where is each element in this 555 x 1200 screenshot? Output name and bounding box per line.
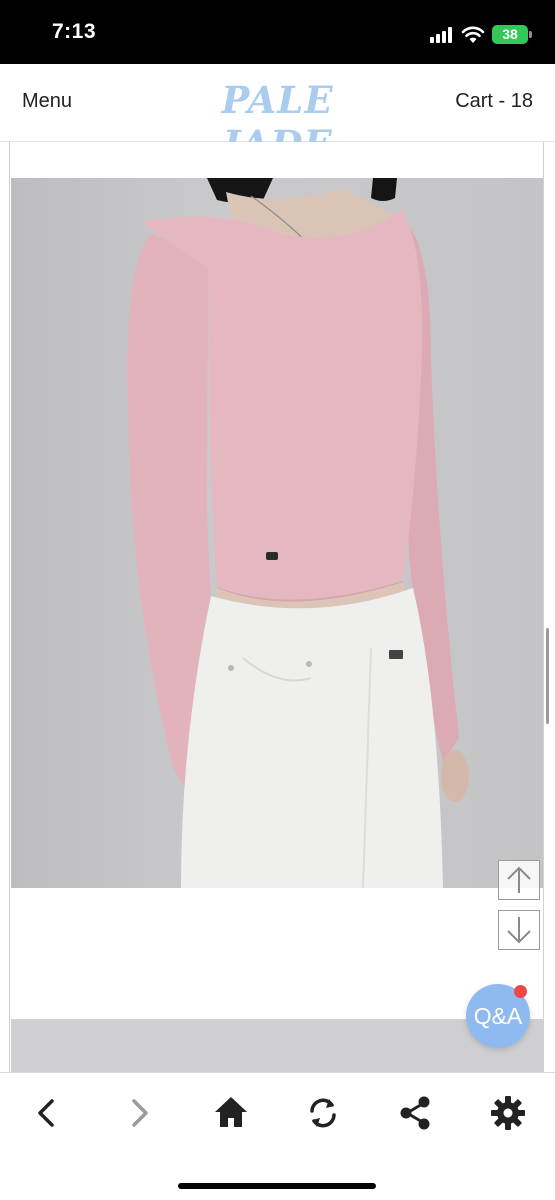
scroll-down-button[interactable]: [498, 910, 540, 950]
home-indicator[interactable]: [178, 1183, 376, 1189]
model-illustration: [127, 178, 469, 888]
cart-button[interactable]: Cart - 18: [455, 90, 533, 113]
home-icon: [215, 1097, 247, 1127]
arrow-up-icon: [507, 866, 531, 893]
wifi-icon: [461, 26, 485, 43]
qa-notification-dot: [514, 985, 527, 998]
status-bar: 7:13 38: [0, 0, 555, 64]
site-header: Menu PALE JADE Cart - 18: [0, 64, 555, 166]
browser-toolbar: [0, 1072, 555, 1200]
chevron-right-icon: [132, 1099, 148, 1127]
share-button[interactable]: [393, 1091, 437, 1135]
back-button[interactable]: [25, 1091, 69, 1135]
menu-button[interactable]: Menu: [22, 90, 72, 113]
gear-icon: [491, 1096, 525, 1130]
status-time: 7:13: [52, 20, 97, 43]
forward-button[interactable]: [117, 1091, 161, 1135]
product-photo[interactable]: [11, 178, 543, 888]
scroll-up-button[interactable]: [498, 860, 540, 900]
refresh-button[interactable]: [301, 1091, 345, 1135]
content-frame-left: [9, 142, 10, 1072]
content-frame-right: [543, 142, 544, 1072]
refresh-icon: [310, 1098, 336, 1128]
product-content: Q&A: [0, 142, 555, 1072]
home-button[interactable]: [209, 1091, 253, 1135]
chevron-left-icon: [38, 1099, 54, 1127]
arrow-down-icon: [507, 917, 531, 944]
battery-cap: [529, 31, 532, 38]
settings-button[interactable]: [486, 1091, 530, 1135]
cellular-signal-icon: [430, 27, 456, 43]
share-icon: [400, 1096, 430, 1130]
next-product-photo[interactable]: [11, 1019, 543, 1072]
battery-icon: 38: [492, 25, 528, 44]
scrollbar[interactable]: [546, 628, 549, 724]
